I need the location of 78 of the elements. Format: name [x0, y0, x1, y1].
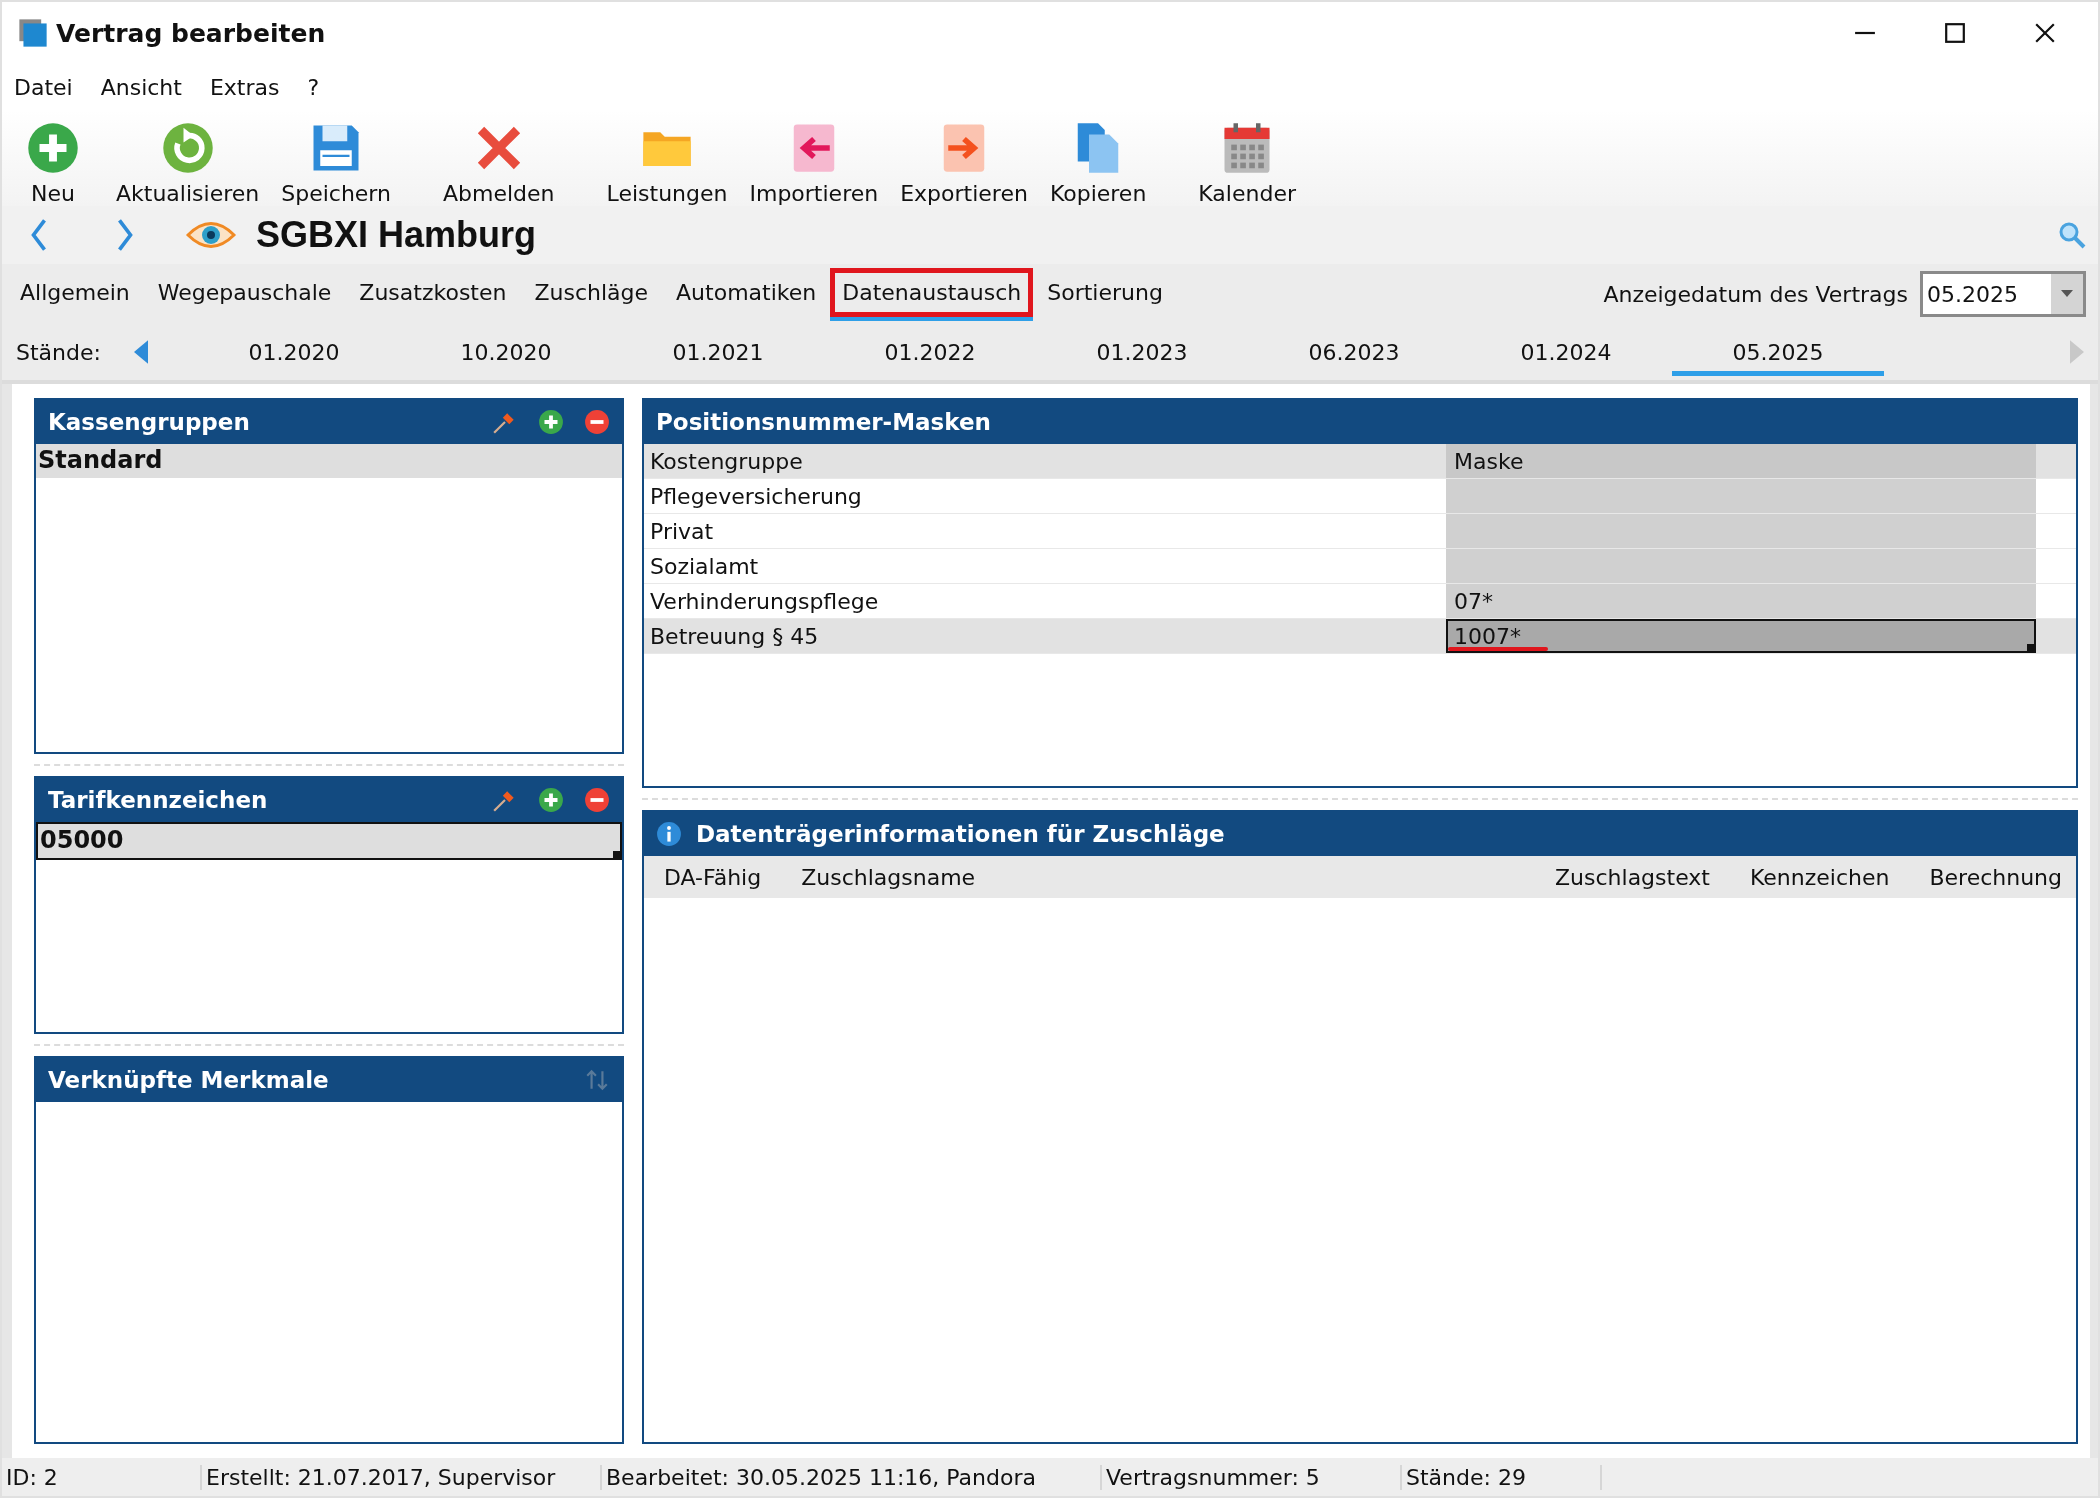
- column-header[interactable]: Kennzeichen: [1723, 864, 1916, 890]
- version-tab[interactable]: 01.2020: [188, 328, 400, 376]
- toolbar-button[interactable]: Aktualisieren: [112, 121, 264, 206]
- status-text: Erstellt: 21.07.2017, Supervisor: [202, 1464, 602, 1490]
- panel-title: Positionsnummer-Masken: [656, 409, 991, 435]
- app-icon: [18, 18, 48, 48]
- remove-icon[interactable]: [584, 409, 610, 435]
- tab[interactable]: Automatiken: [662, 269, 831, 319]
- column-header[interactable]: Berechnung: [1915, 864, 2076, 890]
- table-cell[interactable]: [1446, 549, 2036, 583]
- column-header: Maske: [1446, 444, 2036, 478]
- scroll-left-icon[interactable]: [134, 340, 148, 364]
- tab[interactable]: Zusatzkosten: [345, 269, 521, 319]
- refresh-icon: [160, 121, 215, 175]
- toolbar-button[interactable]: Abmelden: [439, 121, 559, 206]
- resize-grip-icon[interactable]: [613, 851, 620, 858]
- list-item[interactable]: Standard: [36, 444, 622, 478]
- tab[interactable]: Sortierung: [1033, 269, 1177, 319]
- column-header: Kostengruppe: [649, 447, 804, 476]
- table-cell[interactable]: [1446, 514, 2036, 548]
- status-text: ID: 2: [2, 1464, 202, 1490]
- table-cell-text: Verhinderungspflege: [649, 587, 880, 616]
- caret-icon: [2061, 290, 2073, 298]
- table-cell[interactable]: 1007*: [1446, 619, 2036, 653]
- status-text: Bearbeitet: 30.05.2025 11:16, Pandora: [602, 1464, 1102, 1490]
- display-date-label: Anzeigedatum des Vertrags: [1603, 281, 1908, 307]
- maximize-icon[interactable]: [1944, 22, 1966, 44]
- version-tab[interactable]: 05.2025: [1672, 328, 1884, 376]
- list-item[interactable]: 05000: [36, 822, 622, 860]
- toolbar-button[interactable]: Exportieren: [896, 121, 1032, 206]
- table-cell-text: Privat: [649, 517, 715, 546]
- menu-item[interactable]: ?: [307, 74, 320, 100]
- tab[interactable]: Zuschläge: [520, 269, 663, 319]
- resize-grip-icon[interactable]: [2027, 644, 2034, 651]
- toolbar-button[interactable]: Importieren: [745, 121, 883, 206]
- panel-title: Tarifkennzeichen: [48, 787, 268, 813]
- column-header[interactable]: Zuschlagsname: [775, 864, 990, 890]
- menu-item[interactable]: Ansicht: [100, 74, 182, 100]
- toolbar-button[interactable]: Speichern: [277, 121, 395, 206]
- column-header[interactable]: DA-Fähig: [644, 864, 776, 890]
- table-cell-text: Pflegeversicherung: [649, 482, 863, 511]
- toolbar-button[interactable]: Kopieren: [1045, 121, 1151, 206]
- close-icon[interactable]: [2034, 22, 2056, 44]
- table-cell[interactable]: [1446, 479, 2036, 513]
- toolbar-button[interactable]: Leistungen: [602, 121, 732, 206]
- panel-title: Kassengruppen: [48, 409, 250, 435]
- tab[interactable]: Wegepauschale: [143, 269, 346, 319]
- version-tab[interactable]: 01.2021: [612, 328, 824, 376]
- version-tab[interactable]: 06.2023: [1248, 328, 1460, 376]
- version-tab[interactable]: 01.2024: [1460, 328, 1672, 376]
- table-cell-text: Betreuung § 45: [649, 622, 820, 651]
- info-icon: [656, 821, 682, 847]
- add-icon[interactable]: [538, 787, 564, 813]
- menu-item[interactable]: Datei: [14, 74, 73, 100]
- version-tab[interactable]: 01.2023: [1036, 328, 1248, 376]
- version-tab[interactable]: 01.2022: [824, 328, 1036, 376]
- table-cell-text: Sozialamt: [649, 552, 760, 581]
- contract-title: SGBXI Hamburg: [256, 214, 537, 256]
- plus-icon: [26, 121, 80, 175]
- status-text: Stände: 29: [1402, 1464, 1602, 1490]
- column-header[interactable]: Zuschlagstext: [1541, 864, 1724, 890]
- tab[interactable]: Allgemein: [6, 269, 144, 319]
- display-date-dropdown[interactable]: 05.2025: [1920, 271, 2086, 317]
- remove-icon[interactable]: [584, 787, 610, 813]
- versions-label: Stände:: [16, 339, 102, 365]
- sort-icon[interactable]: [584, 1067, 610, 1093]
- menu-item[interactable]: Extras: [209, 74, 280, 100]
- tab[interactable]: Datenaustausch: [830, 267, 1034, 321]
- toolbar-button[interactable]: Neu: [8, 121, 98, 206]
- add-icon[interactable]: [538, 409, 564, 435]
- search-icon[interactable]: [2058, 221, 2086, 249]
- panel-title: Datenträgerinformationen für Zuschläge: [696, 821, 1225, 847]
- version-tab[interactable]: 10.2020: [400, 328, 612, 376]
- panel-title: Verknüpfte Merkmale: [48, 1067, 329, 1093]
- toolbar-button[interactable]: Kalender: [1194, 121, 1300, 206]
- window-title: Vertrag bearbeiten: [56, 18, 326, 48]
- table-cell[interactable]: 07*: [1446, 584, 2036, 618]
- status-text: Vertragsnummer: 5: [1102, 1464, 1402, 1490]
